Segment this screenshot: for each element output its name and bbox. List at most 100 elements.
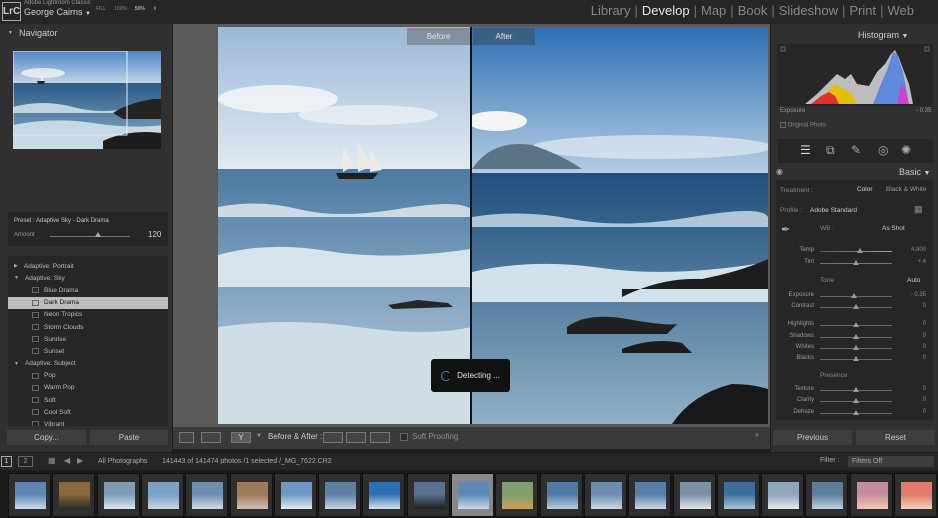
expand-triangle-icon[interactable]: ▼ — [14, 275, 19, 281]
expand-triangle-icon[interactable]: ▶ — [14, 263, 18, 269]
preset-item[interactable]: Blue Drama — [8, 284, 168, 296]
filmstrip-thumbnail[interactable] — [140, 473, 184, 517]
before-after-view-icon[interactable] — [201, 432, 221, 443]
zoom-fill[interactable]: FILL — [96, 6, 106, 12]
treatment-bw-option[interactable]: Black & White — [886, 186, 926, 193]
profile-browser-icon[interactable]: ▦ — [914, 204, 923, 215]
healing-icon[interactable]: ✎ — [851, 143, 861, 157]
module-library[interactable]: Library — [591, 3, 631, 18]
filter-select[interactable]: Filters Off — [848, 456, 934, 467]
soft-proofing-checkbox[interactable] — [400, 432, 408, 441]
swap-before-after-icon[interactable] — [370, 432, 390, 443]
filmstrip-thumbnail[interactable] — [805, 473, 849, 517]
grid-view-icon[interactable]: ▦ — [48, 456, 56, 465]
view-options-arrow-icon[interactable]: ▼ — [256, 433, 262, 439]
filmstrip-thumbnail[interactable] — [229, 473, 273, 517]
filmstrip-thumbnail[interactable] — [495, 473, 539, 517]
filmstrip-thumbnail[interactable] — [451, 473, 494, 517]
module-slideshow[interactable]: Slideshow — [779, 3, 838, 18]
wb-eyedropper-icon[interactable]: ✒ — [781, 223, 790, 236]
module-develop[interactable]: Develop — [642, 3, 690, 18]
dehaze-value[interactable]: 0 — [896, 409, 926, 415]
navigator-preview[interactable] — [13, 51, 161, 149]
module-print[interactable]: Print — [849, 3, 876, 18]
original-photo-checkbox[interactable] — [780, 122, 786, 128]
original-photo-toggle[interactable]: Original Photo — [780, 122, 826, 129]
preset-item[interactable]: Dark Drama — [8, 296, 168, 309]
filmstrip-thumbnail[interactable] — [318, 473, 362, 517]
previous-button[interactable]: Previous — [773, 430, 852, 445]
preset-group[interactable]: ▼ Adaptive: Subject — [8, 358, 168, 370]
preset-item[interactable]: Cool Soft — [8, 406, 168, 418]
soft-proofing-toggle[interactable]: Soft Proofing — [400, 432, 458, 441]
forward-arrow-icon[interactable]: ▶ — [77, 456, 83, 465]
module-map[interactable]: Map — [701, 3, 726, 18]
filmstrip-count[interactable]: 141443 of 141474 photos /1 selected /_MG… — [162, 458, 332, 465]
filmstrip-thumbnail[interactable] — [52, 473, 96, 517]
preset-item[interactable]: Storm Clouds — [8, 321, 168, 333]
histogram-header[interactable]: Histogram ▼ — [858, 30, 908, 40]
before-after-split-icon[interactable]: Y — [231, 432, 251, 443]
amount-value[interactable]: 120 — [148, 230, 161, 239]
preset-item[interactable]: Sunset — [8, 345, 168, 357]
basic-header[interactable]: Basic ▼ — [899, 167, 930, 177]
module-book[interactable]: Book — [738, 3, 768, 18]
wb-select[interactable]: As Shot — [882, 225, 905, 232]
preset-group[interactable]: ▶ Adaptive: Portrait — [8, 260, 168, 272]
filmstrip-thumbnail[interactable] — [96, 473, 140, 517]
profile-select[interactable]: Adobe Standard — [810, 207, 857, 214]
loupe-view-icon[interactable] — [179, 432, 194, 443]
edit-sliders-icon[interactable]: ☰ — [800, 143, 811, 157]
filmstrip-thumbnail[interactable] — [628, 473, 672, 517]
zoom-100[interactable]: 100% — [114, 6, 127, 12]
filmstrip-thumbnail[interactable] — [672, 473, 716, 517]
filmstrip-thumbnail[interactable] — [539, 473, 583, 517]
contrast-slider-handle[interactable] — [853, 304, 859, 309]
filmstrip-thumbnail[interactable] — [185, 473, 229, 517]
preset-item[interactable]: Sunrise — [8, 333, 168, 345]
exposure-value[interactable]: - 0.35 — [896, 292, 926, 298]
tone-auto-button[interactable]: Auto — [907, 277, 920, 284]
blacks-value[interactable]: 0 — [896, 355, 926, 361]
copy-settings-button[interactable]: Copy... — [7, 430, 86, 445]
after-image[interactable] — [472, 27, 768, 424]
preset-group[interactable]: ▼ Adaptive: Sky — [8, 272, 168, 284]
filmstrip-thumbnail[interactable] — [761, 473, 805, 517]
second-screen-button[interactable]: 2 — [18, 456, 33, 467]
highlights-value[interactable]: 0 — [896, 321, 926, 327]
filmstrip-thumbnail[interactable] — [8, 473, 51, 517]
filmstrip-thumbnail[interactable] — [362, 473, 406, 517]
whites-slider-handle[interactable] — [853, 345, 859, 350]
whites-value[interactable]: 0 — [896, 344, 926, 350]
preset-item[interactable]: Neon Tropics — [8, 309, 168, 321]
shadows-slider-handle[interactable] — [853, 334, 859, 339]
treatment-color-option[interactable]: Color — [857, 186, 873, 193]
toolbar-menu-arrow-icon[interactable]: ▼ — [754, 433, 760, 439]
back-arrow-icon[interactable]: ◀ — [64, 456, 70, 465]
dehaze-slider-handle[interactable] — [853, 410, 859, 415]
filmstrip-thumbnail[interactable] — [894, 473, 937, 517]
texture-value[interactable]: 0 — [896, 386, 926, 392]
tint-slider-handle[interactable] — [853, 260, 859, 265]
preset-item[interactable]: Vibrant — [8, 418, 168, 426]
filmstrip-thumbnail[interactable] — [406, 473, 450, 517]
preset-item[interactable]: Pop — [8, 370, 168, 382]
user-name-menu[interactable]: George Cairns ▼ — [24, 7, 91, 17]
expand-triangle-icon[interactable]: ▼ — [14, 361, 19, 367]
clarity-slider-handle[interactable] — [853, 398, 859, 403]
main-screen-button[interactable]: 1 — [1, 456, 12, 467]
exposure-slider-handle[interactable] — [850, 293, 857, 298]
shadows-value[interactable]: 0 — [896, 333, 926, 339]
tint-value[interactable]: + 4 — [896, 259, 926, 265]
amount-slider[interactable] — [50, 236, 130, 237]
preset-item[interactable]: Warm Pop — [8, 382, 168, 394]
texture-slider-handle[interactable] — [853, 387, 859, 392]
copy-after-to-before-icon[interactable] — [346, 432, 366, 443]
visibility-eye-icon[interactable]: ◉ — [776, 167, 783, 176]
navigator-header[interactable]: ▼ Navigator — [0, 24, 172, 42]
temp-slider-handle[interactable] — [856, 248, 863, 253]
filmstrip-thumbnail[interactable] — [849, 473, 893, 517]
module-web[interactable]: Web — [888, 3, 915, 18]
zoom-50[interactable]: 50% — [135, 6, 145, 12]
filmstrip-thumbnail[interactable] — [273, 473, 317, 517]
